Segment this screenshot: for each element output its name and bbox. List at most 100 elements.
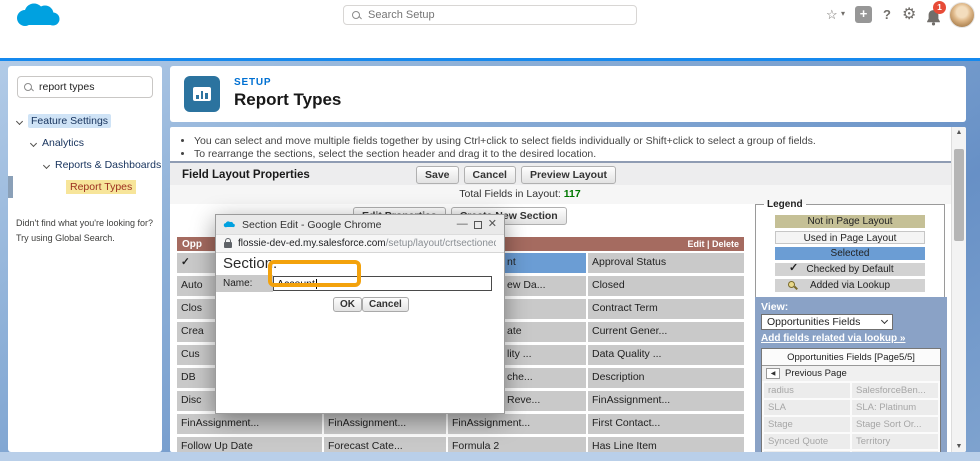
palette-field: SLA: [764, 400, 850, 415]
scrollbar-thumb[interactable]: [954, 149, 964, 241]
salesforce-cloud-icon: [223, 220, 236, 229]
field-cell[interactable]: Approval Status: [588, 253, 744, 273]
field-cell[interactable]: Description: [588, 368, 744, 388]
search-placeholder: Search Setup: [368, 9, 435, 21]
previous-page-icon[interactable]: ◀: [766, 368, 780, 379]
sidebar-item-analytics[interactable]: Analytics: [8, 132, 162, 154]
sidebar-search[interactable]: [17, 76, 153, 98]
gear-icon[interactable]: ⚙: [902, 4, 916, 24]
field-cell[interactable]: FinAssignment...: [588, 391, 744, 411]
chevron-down-icon: [30, 139, 37, 146]
legend-item-checked-by-default: ✓ Checked by Default: [775, 263, 925, 276]
total-fields-value: 117: [564, 188, 581, 200]
bottom-strip: [0, 452, 980, 461]
content-scrollbar[interactable]: ▲ ▼: [951, 127, 966, 452]
field-cell[interactable]: FinAssignment...: [324, 414, 446, 434]
field-cell[interactable]: Closed: [588, 276, 744, 296]
active-item-indicator: [8, 176, 13, 198]
report-types-icon: [184, 76, 220, 112]
save-button[interactable]: Save: [416, 166, 459, 184]
sidebar-item-feature-settings[interactable]: Feature Settings: [8, 110, 162, 132]
field-cell[interactable]: Data Quality ...: [588, 345, 744, 365]
palette-field-grid: radius SalesforceBen... SLA SLA: Platinu…: [762, 381, 940, 452]
close-icon[interactable]: ✕: [488, 219, 497, 230]
annotation-highlight-box: [268, 260, 361, 287]
legend-item-selected: Selected: [775, 247, 925, 260]
field-cell[interactable]: Contract Term: [588, 299, 744, 319]
sidebar-help-text: Didn't find what you're looking for? Try…: [16, 216, 154, 246]
view-select[interactable]: Opportunities Fields: [761, 314, 893, 330]
search-icon: [24, 83, 33, 92]
scroll-down-icon[interactable]: ▼: [952, 443, 966, 450]
help-icon[interactable]: ?: [883, 7, 891, 22]
field-cell[interactable]: First Contact...: [588, 414, 744, 434]
setup-nav-bar: [0, 30, 980, 58]
field-cell[interactable]: Has Line Item: [588, 437, 744, 452]
field-cell[interactable]: Follow Up Date: [177, 437, 322, 452]
nav-underline: [0, 58, 980, 61]
cancel-button[interactable]: Cancel: [464, 166, 516, 184]
favorites-caret-icon[interactable]: ▾: [841, 9, 845, 18]
instruction-item: You can select and move multiple fields …: [194, 135, 924, 147]
palette-field: SLA: Platinum: [852, 400, 938, 415]
global-search-input[interactable]: Search Setup: [343, 5, 637, 25]
section-title: Field Layout Properties: [182, 169, 310, 181]
field-cell[interactable]: FinAssignment...: [177, 414, 322, 434]
sidebar-item-report-types[interactable]: Report Types: [8, 176, 162, 198]
popup-address-bar[interactable]: flossie-dev-ed.my.salesforce.com/setup/l…: [216, 235, 504, 253]
avatar[interactable]: [949, 2, 975, 28]
palette-field: Territory: [852, 434, 938, 449]
field-cell[interactable]: FinAssignment...: [448, 414, 586, 434]
legend-item-not-in-layout: Not in Page Layout: [775, 215, 925, 228]
section-edit-popup: Section Edit - Google Chrome — ✕ flossie…: [215, 214, 505, 414]
chevron-down-icon: [881, 317, 888, 324]
notification-badge: 1: [933, 1, 946, 14]
previous-page-row[interactable]: ◀ Previous Page: [762, 366, 940, 381]
page-eyebrow: SETUP: [234, 77, 271, 88]
fields-palette-title: Opportunities Fields [Page5/5]: [762, 349, 940, 366]
favorites-star-icon[interactable]: ☆: [826, 7, 838, 23]
maximize-icon[interactable]: [474, 221, 482, 229]
page-title: Report Types: [234, 90, 341, 110]
palette-field: Stage Sort Or...: [852, 417, 938, 432]
cancel-button[interactable]: Cancel: [362, 297, 409, 312]
field-cell[interactable]: Formula 2: [448, 437, 586, 452]
magnifier-icon: [788, 281, 796, 289]
url-domain: flossie-dev-ed.my.salesforce.com: [238, 238, 386, 249]
sidebar-search-input[interactable]: [39, 81, 139, 93]
popup-body: Section: Name: Account OK Cancel: [216, 253, 504, 413]
salesforce-logo-icon: [14, 2, 64, 29]
view-label: View:: [761, 301, 941, 313]
page-header: SETUP Report Types: [170, 66, 966, 122]
palette-field: Stage: [764, 417, 850, 432]
popup-title-bar[interactable]: Section Edit - Google Chrome — ✕: [216, 215, 504, 235]
instruction-item: To rearrange the sections, select the se…: [194, 148, 924, 160]
chevron-down-icon: [43, 161, 50, 168]
preview-layout-button[interactable]: Preview Layout: [521, 166, 616, 184]
fields-palette: Opportunities Fields [Page5/5] ◀ Previou…: [761, 348, 941, 452]
scroll-up-icon[interactable]: ▲: [952, 129, 966, 136]
instructions-list: You can select and move multiple fields …: [194, 134, 924, 161]
search-icon: [352, 11, 361, 20]
add-fields-lookup-link[interactable]: Add fields related via lookup »: [761, 333, 941, 344]
section-header-label: Opp: [182, 239, 202, 250]
view-panel: View: Opportunities Fields Add fields re…: [755, 297, 947, 452]
field-cell[interactable]: Forecast Cate...: [324, 437, 446, 452]
legend-item-used-in-layout: Used in Page Layout: [775, 231, 925, 244]
legend: Legend Not in Page Layout Used in Page L…: [755, 199, 945, 299]
sidebar-item-reports-dashboards[interactable]: Reports & Dashboards: [8, 154, 162, 176]
quick-create-icon[interactable]: +: [855, 6, 872, 23]
check-icon: ✓: [789, 262, 798, 275]
name-label: Name:: [216, 275, 273, 292]
palette-field: SalesforceBen...: [852, 383, 938, 398]
url-path: /setup/layout/crtsectionedit.jsp: [386, 238, 496, 249]
section-edit-delete-links[interactable]: Edit | Delete: [687, 239, 739, 249]
browser-app-header: Search Setup ☆ ▾ + ? ⚙ 1: [0, 0, 980, 30]
field-layout-properties-bar: Field Layout Properties Save Cancel Prev…: [170, 161, 951, 185]
legend-item-added-via-lookup: Added via Lookup: [775, 279, 925, 292]
chevron-down-icon: [16, 117, 23, 124]
palette-field: Synced Quote: [764, 434, 850, 449]
field-cell[interactable]: Current Gener...: [588, 322, 744, 342]
ok-button[interactable]: OK: [333, 297, 362, 312]
minimize-icon[interactable]: —: [457, 219, 468, 230]
